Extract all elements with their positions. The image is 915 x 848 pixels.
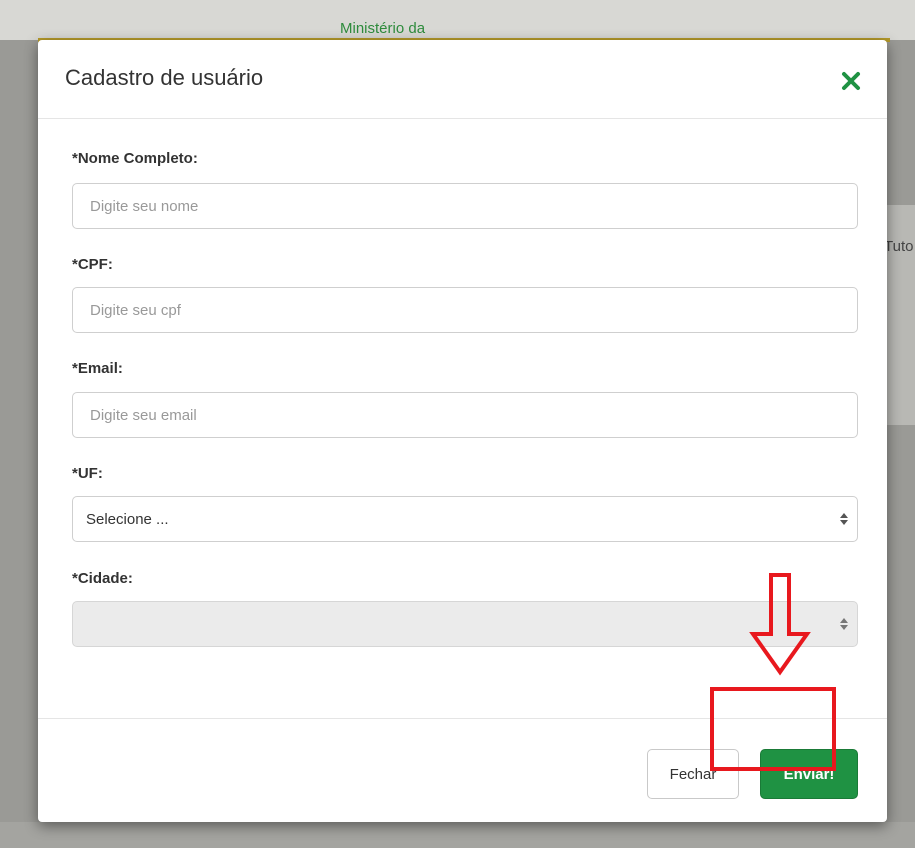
submit-highlight-box	[710, 687, 836, 771]
cpf-input[interactable]	[72, 287, 858, 333]
uf-selected-value: Selecione ...	[86, 511, 169, 528]
background-footer	[0, 822, 915, 848]
select-arrows-icon	[839, 511, 849, 527]
nome-input[interactable]	[72, 183, 858, 229]
down-arrow-icon	[749, 572, 811, 676]
modal-header: Cadastro de usuário	[38, 40, 887, 119]
background-header-text: Ministério da	[340, 20, 426, 37]
close-icon[interactable]	[838, 68, 864, 94]
cidade-select[interactable]	[72, 601, 858, 647]
email-label: *Email:	[72, 360, 123, 377]
background-side-text: Tuto	[884, 238, 914, 255]
email-input[interactable]	[72, 392, 858, 438]
modal-title: Cadastro de usuário	[65, 65, 264, 90]
uf-select[interactable]: Selecione ...	[72, 496, 858, 542]
select-arrows-icon	[839, 616, 849, 632]
uf-label: *UF:	[72, 465, 103, 482]
cidade-label: *Cidade:	[72, 570, 133, 587]
cpf-label: *CPF:	[72, 256, 113, 273]
nome-label: *Nome Completo:	[72, 150, 198, 167]
